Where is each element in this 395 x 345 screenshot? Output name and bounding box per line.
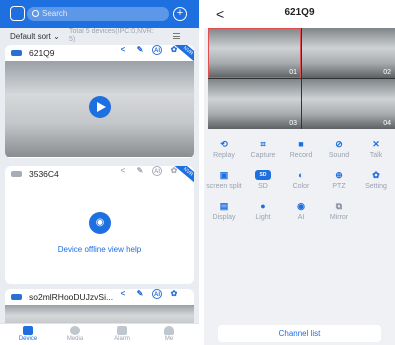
mirror-icon: ⧉ [335,201,343,211]
channel-view[interactable]: 03 [208,79,301,129]
edit-icon[interactable]: ✎ [135,166,145,176]
page-title: 621Q9 [284,7,315,18]
video-grid: 01 02 03 04 [208,28,395,129]
ptz-icon: ⊕ [335,170,343,180]
top-bar: Search + [0,0,199,28]
camera-icon [11,294,22,300]
replay-button[interactable]: ⟲ Replay [204,139,244,159]
color-button[interactable]: ◐ Color [281,170,321,190]
bottom-tab-bar: Device Media Alarm Me [0,323,199,345]
device-name: 3536C4 [29,169,59,179]
tab-alarm[interactable]: Alarm [102,326,142,342]
share-icon[interactable]: < [118,45,128,55]
edit-icon[interactable]: ✎ [135,289,145,299]
screen-split-button[interactable]: ▣ screen split [204,170,244,190]
mic-off-icon: ✕ [372,139,380,149]
tab-device[interactable]: Device [8,326,48,342]
device-name: so2mlRHooDUJzvSi... [29,292,114,302]
sound-button[interactable]: ⊘ Sound [319,139,359,159]
play-button[interactable] [89,96,111,118]
sort-bar: Default sort ⌄ Total 5 devices(IPC:0,NVR… [0,28,199,45]
device-list-icon [23,326,33,335]
search-placeholder: Search [42,9,68,18]
share-icon[interactable]: < [118,289,128,299]
live-view-screen: < 621Q9 01 02 03 04 ⟲ Replay ⌗ Capture ■ Re… [204,0,395,345]
person-icon [164,326,174,335]
camera-icon [11,50,22,56]
edit-icon[interactable]: ✎ [135,45,145,55]
share-icon[interactable]: < [118,166,128,176]
ptz-button[interactable]: ⊕ PTZ [319,170,359,190]
ai-icon[interactable]: AI [152,45,162,55]
device-count: Total 5 devices(IPC:0,NVR: 5) [69,28,154,43]
crop-icon: ⌗ [260,139,266,149]
list-menu-icon[interactable] [173,33,180,39]
scan-icon[interactable] [10,6,25,21]
color-icon: ◐ [298,170,304,180]
search-icon [32,10,39,17]
mirror-button[interactable]: ⧉ Mirror [319,201,359,221]
capture-button[interactable]: ⌗ Capture [243,139,283,159]
alarm-icon [117,326,127,335]
ai-icon: ◉ [297,201,305,211]
device-list-screen: Search + Default sort ⌄ Total 5 devices(… [0,0,199,345]
wifi-icon: ◉ [89,212,111,234]
display-icon: ▤ [219,201,229,211]
offline-panel[interactable]: ◉ Device offline view help [5,182,194,279]
ai-icon[interactable]: AI [152,289,162,299]
channel-view[interactable]: 02 [302,28,395,78]
talk-button[interactable]: ✕ Talk [356,139,395,159]
settings-icon[interactable]: ✿ [169,289,179,299]
media-icon [70,326,80,335]
ai-icon[interactable]: AI [152,166,162,176]
camera-icon [11,171,22,177]
offline-help-link[interactable]: Device offline view help [5,245,194,254]
gear-icon: ✿ [372,170,380,180]
channel-view[interactable]: 01 [208,28,301,78]
search-input[interactable]: Search [27,7,169,21]
sd-badge-icon: SD [255,170,271,180]
tab-me[interactable]: Me [149,326,189,342]
device-name: 621Q9 [29,48,55,58]
live-header: < 621Q9 [204,0,395,28]
light-button[interactable]: ● Light [243,201,283,221]
sd-button[interactable]: SD SD [243,170,283,190]
light-bulb-icon: ● [260,201,266,211]
setting-button[interactable]: ✿ Setting [356,170,395,190]
tab-media[interactable]: Media [55,326,95,342]
add-device-button[interactable]: + [173,7,187,21]
channel-list-button[interactable]: Channel list [218,325,381,342]
sound-off-icon: ⊘ [335,139,343,149]
screen-split-icon: ▣ [219,170,229,180]
replay-icon: ⟲ [220,139,228,149]
display-button[interactable]: ▤ Display [204,201,244,221]
video-preview[interactable] [5,61,194,157]
record-button[interactable]: ■ Record [281,139,321,159]
sort-dropdown[interactable]: Default sort ⌄ [10,32,60,41]
video-record-icon: ■ [298,139,304,149]
ai-button[interactable]: ◉ AI [281,201,321,221]
device-card[interactable]: 621Q9 < ✎ AI ✿ NVR [5,45,194,158]
channel-view[interactable]: 04 [302,79,395,129]
device-card[interactable]: 3536C4 < ✎ AI ✿ NVR ◉ Device offline vie… [5,166,194,284]
